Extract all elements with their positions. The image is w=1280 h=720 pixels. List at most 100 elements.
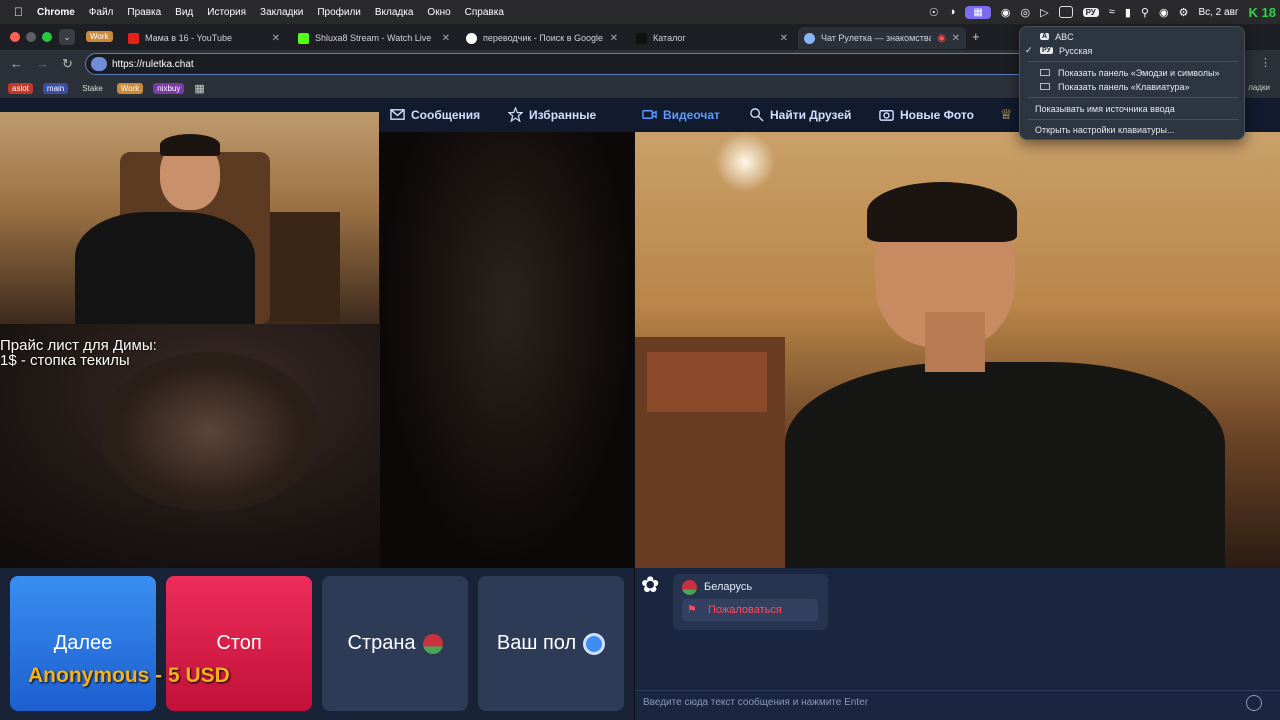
chat-input[interactable]: Введите сюда текст сообщения и нажмите E… <box>635 690 1280 720</box>
tab-search-icon[interactable]: ⌄ <box>59 29 75 45</box>
menu-item-label: Открыть настройки клавиатуры... <box>1035 124 1175 135</box>
menu-window[interactable]: Окно <box>427 7 450 18</box>
keyboard-icon <box>1040 83 1050 90</box>
catalog-icon <box>636 32 647 44</box>
keyboard-icon <box>1040 69 1050 76</box>
clock[interactable]: Вс, 2 авг <box>1198 7 1238 18</box>
menu-edit[interactable]: Правка <box>127 7 161 18</box>
nav-favorites[interactable]: Избранные <box>508 107 596 122</box>
ruletka-icon <box>804 32 815 44</box>
nav-find-friends[interactable]: Найти Друзей <box>749 107 851 122</box>
apps-icon[interactable]: ▦ <box>194 82 204 95</box>
crown-icon[interactable]: ♕ <box>1000 106 1013 123</box>
tab-title: Shluxa8 Stream - Watch Live <box>315 33 432 43</box>
youtube-icon <box>128 32 139 44</box>
ru-icon: РУ <box>1040 47 1053 54</box>
menu-icon[interactable]: ⋮ <box>1260 56 1271 69</box>
nav-label: Найти Друзей <box>770 107 852 122</box>
display-icon[interactable] <box>1058 6 1073 18</box>
search-icon[interactable]: ⚲ <box>1141 6 1149 19</box>
siri-icon[interactable]: ◉ <box>1159 6 1169 19</box>
menu-bookmarks[interactable]: Закладки <box>260 7 303 18</box>
minimize-window-button[interactable] <box>26 32 36 42</box>
bookmark-aslot[interactable]: aslot <box>8 82 33 94</box>
battery-icon[interactable]: ▮ <box>1125 6 1131 19</box>
record-icon[interactable]: ◉ <box>1001 6 1011 19</box>
price-list-item: 1$ - стопка текилы <box>0 352 130 369</box>
donation-alert: Anonymous - 5 USD <box>28 664 230 687</box>
screen-share-icon[interactable]: ▦ <box>965 5 991 19</box>
apple-icon[interactable]:  <box>14 5 23 19</box>
close-icon[interactable]: ✕ <box>610 33 618 44</box>
play-icon[interactable]: ▷ <box>1040 6 1048 19</box>
menu-view[interactable]: Вид <box>175 7 193 18</box>
belarus-flag-icon <box>422 633 443 654</box>
tab-title: Чат Рулетка — знакомства <box>821 33 931 43</box>
bookmark-work[interactable]: Work <box>116 82 144 94</box>
site-info-icon[interactable] <box>91 57 107 71</box>
menu-bar:  Chrome Файл Правка Вид История Закладк… <box>0 0 1280 24</box>
chat-input-placeholder: Введите сюда текст сообщения и нажмите E… <box>643 697 869 708</box>
nav-messages[interactable]: Сообщения <box>390 107 480 122</box>
input-source-russian[interactable]: ✓ РУ Русская <box>1020 43 1246 58</box>
belarus-flag-icon <box>682 580 697 595</box>
shield-icon[interactable]: ☉ <box>929 6 939 19</box>
next-button[interactable]: Далее <box>10 576 156 711</box>
target-icon[interactable]: ◎ <box>1020 6 1030 19</box>
control-center-icon[interactable]: ⚙ <box>1179 6 1189 19</box>
zoom-window-button[interactable] <box>42 32 52 42</box>
reload-icon[interactable]: ↻ <box>62 56 73 72</box>
settings-flower-icon[interactable]: ✿ <box>641 572 659 598</box>
new-tab-icon[interactable]: + <box>972 29 980 44</box>
mail-icon <box>390 109 405 120</box>
abc-icon: A <box>1040 33 1050 40</box>
menu-profiles[interactable]: Профили <box>317 7 361 18</box>
close-icon[interactable]: ✕ <box>272 33 280 44</box>
tab-youtube[interactable]: Мама в 16 - YouTube ✕ <box>122 27 286 49</box>
close-icon[interactable]: ✕ <box>780 33 788 44</box>
input-source-indicator[interactable]: РУ <box>1082 7 1099 17</box>
price-list-overlay: Прайс лист для Димы: 1$ - стопка текилы <box>0 338 157 368</box>
show-emoji-panel[interactable]: Показать панель «Эмодзи и символы» <box>1020 65 1246 80</box>
nav-label: Избранные <box>529 107 597 122</box>
menu-item-label: Показывать имя источника ввода <box>1035 103 1175 114</box>
tab-catalog[interactable]: Каталог ✕ <box>630 27 794 49</box>
country-button[interactable]: Страна <box>322 576 468 711</box>
close-icon[interactable]: ✕ <box>952 33 960 44</box>
tab-google[interactable]: переводчик - Поиск в Google ✕ <box>460 27 624 49</box>
menu-help[interactable]: Справка <box>465 7 504 18</box>
emoji-icon[interactable] <box>1246 695 1262 711</box>
back-icon[interactable]: ← <box>10 56 23 71</box>
tab-stream[interactable]: Shluxa8 Stream - Watch Live ✕ <box>292 27 456 49</box>
open-keyboard-settings[interactable]: Открыть настройки клавиатуры... <box>1020 122 1246 137</box>
divider <box>1028 61 1238 62</box>
close-icon[interactable]: ✕ <box>442 33 450 44</box>
partner-country: Беларусь <box>704 581 753 593</box>
bookmark-stake[interactable]: Stake <box>78 83 106 94</box>
input-source-abc[interactable]: A ABC <box>1020 29 1246 44</box>
report-button[interactable]: ⚑ Пожаловаться <box>682 599 818 621</box>
bookmark-main[interactable]: main <box>42 82 69 94</box>
menu-app-name[interactable]: Chrome <box>37 7 75 18</box>
camera-icon <box>879 110 894 121</box>
status-icon[interactable]: ◑ <box>949 6 956 18</box>
wifi-icon[interactable]: ≈ <box>1109 6 1115 18</box>
nav-videochat[interactable]: Видеочат <box>642 107 720 122</box>
nav-label: Новые Фото <box>900 107 974 122</box>
forward-icon[interactable]: → <box>36 56 49 71</box>
show-keyboard-panel[interactable]: Показать панель «Клавиатура» <box>1020 79 1246 94</box>
show-source-name[interactable]: Показывать имя источника ввода <box>1020 101 1246 116</box>
price-list-title: Прайс лист для Димы: <box>0 337 157 354</box>
stop-button[interactable]: Стоп <box>166 576 312 711</box>
tab-group-work[interactable]: Work <box>86 31 113 42</box>
tab-ruletka[interactable]: Чат Рулетка — знакомства ◉ ✕ <box>798 27 966 49</box>
menu-file[interactable]: Файл <box>89 7 114 18</box>
divider <box>1028 119 1238 120</box>
nav-new-photos[interactable]: Новые Фото <box>879 107 974 122</box>
menu-history[interactable]: История <box>207 7 246 18</box>
close-window-button[interactable] <box>10 32 20 42</box>
gender-button[interactable]: Ваш пол <box>478 576 624 711</box>
bookmark-nixbuy[interactable]: nixbuy <box>153 82 185 94</box>
menu-tab[interactable]: Вкладка <box>375 7 414 18</box>
all-bookmarks[interactable]: ладки <box>1248 83 1270 92</box>
